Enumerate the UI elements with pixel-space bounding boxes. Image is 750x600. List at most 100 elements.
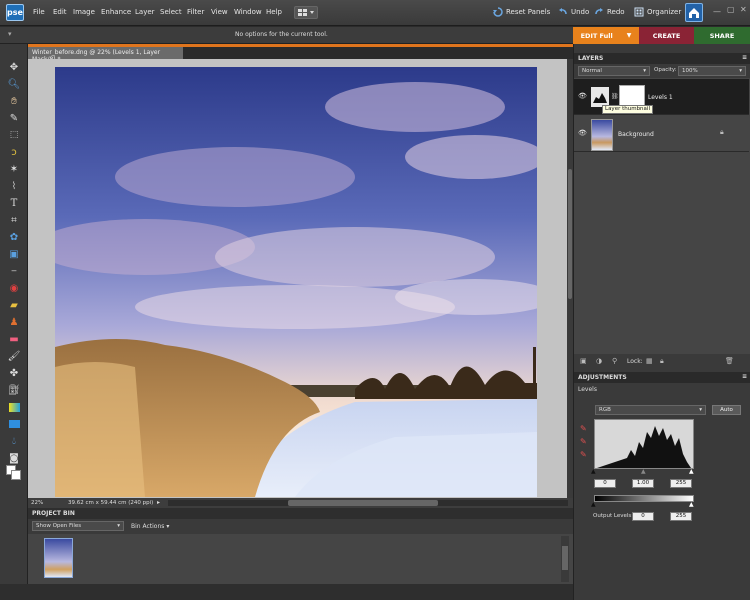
input-black-field[interactable]: 0 — [594, 479, 616, 488]
project-bin-header[interactable]: PROJECT BIN — [28, 508, 573, 519]
arrange-layout-button[interactable] — [294, 6, 318, 19]
app-logo: pse — [6, 4, 24, 21]
quick-selection-tool-icon[interactable]: ⌇ — [6, 179, 22, 193]
white-output-slider-handle[interactable]: ▲ — [689, 501, 694, 508]
menu-help[interactable]: Help — [266, 8, 282, 16]
menu-edit[interactable]: Edit — [53, 8, 67, 16]
menu-window[interactable]: Window — [234, 8, 262, 16]
undo-icon — [559, 8, 567, 15]
eyedropper-tool-icon[interactable]: ✎ — [6, 111, 22, 125]
magic-wand-tool-icon[interactable]: ✶ — [6, 162, 22, 176]
bin-actions-menu[interactable]: Bin Actions ▾ — [131, 523, 169, 530]
document-tab[interactable]: Winter_before.dng @ 22% (Levels 1, Layer… — [28, 47, 183, 63]
white-input-slider-handle[interactable]: ▲ — [689, 468, 694, 475]
close-icon[interactable]: ✕ — [740, 5, 747, 14]
blur-tool-icon[interactable]: 💧︎ — [6, 434, 22, 448]
output-white-field[interactable]: 255 — [670, 512, 692, 521]
brush-tool-icon[interactable]: 🖌︎ — [6, 349, 22, 363]
crop-tool-icon[interactable]: ⌗ — [6, 213, 22, 227]
white-point-eyedropper-icon[interactable]: ✎ — [580, 450, 587, 459]
background-layer-thumbnail[interactable] — [591, 119, 613, 151]
visibility-eye-icon[interactable]: 👁︎ — [578, 92, 587, 100]
menu-filter[interactable]: Filter — [187, 8, 204, 16]
clone-stamp-tool-icon[interactable]: ♟ — [6, 315, 22, 329]
menu-file[interactable]: File — [33, 8, 45, 16]
show-open-files-select[interactable]: Show Open Files ▾ — [32, 521, 124, 531]
maximize-icon[interactable]: ▢ — [727, 5, 735, 14]
eraser-tool-icon[interactable]: ▬ — [6, 332, 22, 346]
channel-select[interactable]: RGB ▾ — [595, 405, 706, 415]
redo-button[interactable]: Redo — [594, 7, 625, 17]
shape-tool-icon[interactable] — [6, 417, 22, 431]
black-input-slider-handle[interactable]: ▲ — [591, 468, 596, 475]
menu-enhance[interactable]: Enhance — [101, 8, 131, 16]
visibility-eye-icon[interactable]: 👁︎ — [578, 129, 587, 137]
output-black-field[interactable]: 0 — [632, 512, 654, 521]
reset-panels-button[interactable]: Reset Panels — [493, 7, 550, 17]
layer-row-background[interactable]: 👁︎ Background 🔒︎ — [574, 116, 749, 152]
horizontal-scroll-thumb[interactable] — [288, 500, 438, 506]
layer-mask-thumbnail[interactable] — [619, 85, 645, 107]
type-tool-icon[interactable]: T — [6, 196, 22, 210]
canvas-horizontal-scrollbar[interactable] — [168, 500, 568, 506]
document-image[interactable] — [55, 67, 537, 497]
paint-bucket-tool-icon[interactable]: ⛽︎ — [6, 383, 22, 397]
menu-layer[interactable]: Layer — [135, 8, 155, 16]
chain-link-icon[interactable]: ⛓︎ — [611, 93, 619, 100]
menu-view[interactable]: View — [211, 8, 228, 16]
undo-button[interactable]: Undo — [558, 7, 589, 17]
sponge-tool-icon[interactable]: ◙ — [6, 451, 22, 465]
hand-tool-icon[interactable]: ✋︎ — [6, 94, 22, 108]
status-arrow-icon[interactable]: ▸ — [157, 499, 160, 506]
menu-image[interactable]: Image — [73, 8, 95, 16]
color-swatches[interactable] — [6, 464, 22, 482]
zoom-tool-icon[interactable]: 🔍︎ — [6, 77, 22, 91]
input-levels-slider[interactable]: ▲ ▲ ▲ — [591, 468, 695, 475]
smart-brush-tool-icon[interactable]: ✤ — [6, 366, 22, 380]
adjustment-layer-thumbnail[interactable] — [591, 87, 609, 107]
project-bin-thumbnail[interactable] — [44, 538, 73, 578]
tab-edit-full[interactable]: EDIT Full ▼ — [573, 27, 639, 44]
cookie-cutter-tool-icon[interactable]: ✿ — [6, 230, 22, 244]
adjustments-panel-header[interactable]: ADJUSTMENTS ≡ — [574, 372, 750, 383]
gray-point-eyedropper-icon[interactable]: ✎ — [580, 437, 587, 446]
redo-label: Redo — [607, 8, 625, 16]
input-white-field[interactable]: 255 — [670, 479, 692, 488]
move-tool-icon[interactable]: ✥ — [6, 60, 22, 74]
organizer-button[interactable]: Organizer — [634, 7, 681, 17]
black-output-slider-handle[interactable]: ▲ — [591, 501, 596, 508]
add-mask-icon[interactable]: ⚲ — [612, 357, 617, 365]
input-gamma-field[interactable]: 1.00 — [632, 479, 654, 488]
red-eye-tool-icon[interactable]: ◉ — [6, 281, 22, 295]
auto-button[interactable]: Auto — [712, 405, 741, 415]
menu-select[interactable]: Select — [160, 8, 182, 16]
home-button[interactable] — [685, 3, 703, 22]
lasso-tool-icon[interactable]: ↄ — [6, 145, 22, 159]
options-menu-icon[interactable]: ▾ — [8, 30, 12, 38]
tab-share[interactable]: SHARE — [694, 27, 750, 44]
status-zoom: 22% — [31, 500, 44, 506]
lock-all-icon[interactable]: 🔒︎ — [660, 357, 664, 366]
output-levels-slider[interactable]: ▲ ▲ — [591, 501, 695, 508]
midtone-input-slider-handle[interactable]: ▲ — [641, 468, 646, 475]
minimize-icon[interactable]: — — [713, 7, 721, 16]
new-layer-icon[interactable]: ▣ — [580, 357, 587, 365]
layers-panel-header[interactable]: LAYERS ≡ — [574, 53, 750, 64]
blend-mode-select[interactable]: Normal ▾ — [578, 66, 650, 76]
marquee-tool-icon[interactable]: ⬚ — [6, 128, 22, 142]
show-open-files-value: Show Open Files — [36, 523, 82, 529]
healing-brush-tool-icon[interactable]: ▰ — [6, 298, 22, 312]
opacity-field[interactable]: 100% ▾ — [678, 66, 746, 76]
layer-row-levels[interactable]: 👁︎ ⛓︎ Levels 1 Layer thumbnail — [574, 79, 749, 115]
panel-menu-icon[interactable]: ≡ — [742, 54, 747, 61]
adjustment-layer-icon[interactable]: ◑ — [596, 357, 602, 365]
project-bin-scrollbar[interactable] — [561, 536, 569, 582]
black-point-eyedropper-icon[interactable]: ✎ — [580, 424, 587, 433]
lock-transparency-icon[interactable]: ▦ — [646, 357, 653, 365]
straighten-tool-icon[interactable]: ▣ — [6, 247, 22, 261]
tab-create[interactable]: CREATE — [639, 27, 694, 44]
vertical-scroll-thumb[interactable] — [568, 169, 572, 299]
gradient-tool-icon[interactable] — [6, 400, 22, 414]
panel-menu-icon[interactable]: ≡ — [742, 373, 747, 380]
delete-layer-icon[interactable]: 🗑︎ — [725, 357, 734, 365]
